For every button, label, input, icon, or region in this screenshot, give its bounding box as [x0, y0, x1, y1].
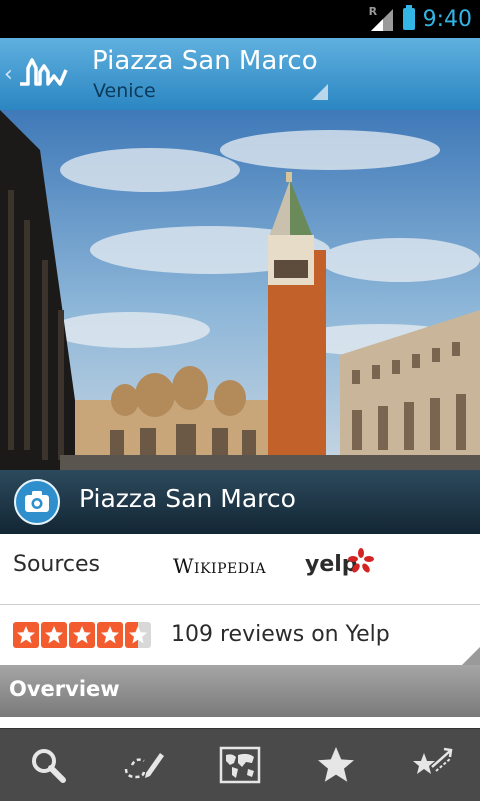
- star-arrow-icon: [413, 747, 453, 774]
- reviews-count: 109 reviews on Yelp: [171, 622, 390, 647]
- overview-header[interactable]: Overview: [0, 665, 480, 717]
- clock: 9:40: [422, 6, 472, 32]
- star-icon: [69, 622, 95, 648]
- roaming-label: R: [368, 5, 378, 18]
- star-icon: [41, 622, 67, 648]
- star-icon: [318, 747, 354, 782]
- more-button[interactable]: [402, 735, 462, 795]
- yelp-burst-icon: [348, 548, 374, 573]
- wikipedia-label: Wikipedia: [173, 554, 267, 578]
- hero-photo[interactable]: [0, 110, 480, 470]
- expand-corner-icon: [462, 647, 480, 665]
- half-star-icon: [125, 622, 151, 648]
- world-map-icon: [219, 746, 261, 784]
- favorites-button[interactable]: [306, 735, 366, 795]
- app-logo-icon[interactable]: [18, 54, 70, 94]
- dropdown-indicator-icon[interactable]: [312, 84, 328, 100]
- photo-title: Piazza San Marco: [79, 484, 296, 513]
- route-button[interactable]: [114, 735, 174, 795]
- back-chevron-icon[interactable]: ‹: [4, 62, 13, 87]
- reviews-row[interactable]: 109 reviews on Yelp: [0, 605, 480, 665]
- status-icons: R 9:40: [369, 4, 472, 34]
- signal-icon: R: [368, 5, 395, 31]
- overview-label: Overview: [9, 677, 120, 701]
- sources-label: Sources: [13, 552, 101, 577]
- photo-caption-bar: Piazza San Marco: [0, 470, 480, 534]
- page-title: Piazza San Marco: [92, 46, 318, 76]
- sources-row: Sources Wikipedia yelp: [0, 534, 480, 605]
- camera-button[interactable]: [14, 479, 60, 525]
- rating-stars: [13, 622, 151, 648]
- search-button[interactable]: [18, 735, 78, 795]
- status-bar: R 9:40: [0, 0, 480, 38]
- battery-icon: [402, 5, 415, 30]
- star-icon: [97, 622, 123, 648]
- map-button[interactable]: [210, 735, 270, 795]
- wikipedia-link[interactable]: Wikipedia: [173, 554, 266, 578]
- action-bar: ‹ Piazza San Marco Venice: [0, 38, 480, 110]
- route-pencil-icon: [124, 753, 164, 779]
- camera-icon: [25, 491, 49, 512]
- bottom-nav: [0, 728, 480, 801]
- star-icon: [13, 622, 39, 648]
- search-icon: [32, 749, 66, 783]
- city-subtitle[interactable]: Venice: [93, 80, 156, 102]
